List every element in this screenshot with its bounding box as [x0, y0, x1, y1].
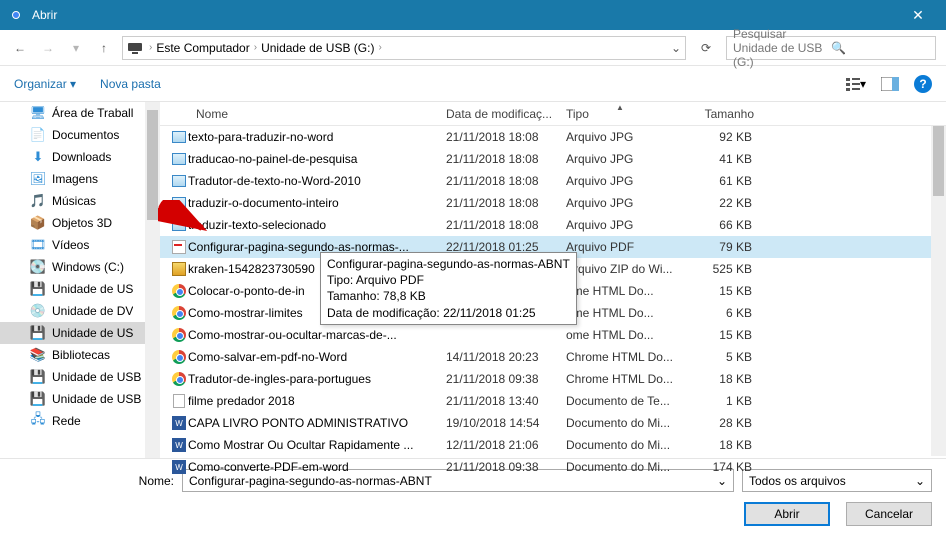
search-input[interactable]: Pesquisar Unidade de USB (G:) 🔍	[726, 36, 936, 60]
close-icon[interactable]: ✕	[898, 7, 938, 24]
sidebar-item-usb[interactable]: 💾Unidade de US	[0, 322, 160, 344]
img-icon	[170, 151, 188, 167]
file-row[interactable]: traducao-no-painel-de-pesquisa21/11/2018…	[160, 148, 946, 170]
chrome-icon	[8, 7, 24, 23]
file-row[interactable]: WComo Mostrar Ou Ocultar Rapidamente ...…	[160, 434, 946, 456]
sidebar-item-dvd[interactable]: 💿Unidade de DV	[0, 300, 160, 322]
zip-icon	[170, 261, 188, 277]
recent-dropdown[interactable]: ▾	[66, 38, 86, 58]
chrome-icon	[170, 371, 188, 387]
img-icon	[170, 173, 188, 189]
file-row[interactable]: traduzir-texto-selecionado21/11/2018 18:…	[160, 214, 946, 236]
file-tooltip: Configurar-pagina-segundo-as-normas-ABNT…	[320, 252, 577, 325]
refresh-button[interactable]: ⟳	[694, 41, 718, 55]
column-size[interactable]: Tamanho	[680, 107, 760, 121]
view-mode-button[interactable]: ▾	[846, 77, 866, 91]
column-name[interactable]: Nome	[190, 107, 440, 121]
search-placeholder: Pesquisar Unidade de USB (G:)	[733, 27, 831, 69]
file-scrollbar[interactable]	[931, 126, 946, 456]
word-icon: W	[170, 437, 188, 453]
usb-icon: 💾	[30, 369, 46, 385]
dvd-icon: 💿	[30, 303, 46, 319]
usb-icon: 💾	[30, 281, 46, 297]
sidebar-item-lib[interactable]: 📚Bibliotecas	[0, 344, 160, 366]
file-row[interactable]: filme predador 201821/11/2018 13:40Docum…	[160, 390, 946, 412]
disk-icon: 💽	[30, 259, 46, 275]
chevron-right-icon: ›	[378, 42, 381, 53]
back-button[interactable]: ←	[10, 38, 30, 58]
toolbar: Organizar ▾ Nova pasta ▾ ?	[0, 66, 946, 102]
3d-icon: 📦	[30, 215, 46, 231]
help-icon[interactable]: ?	[914, 75, 932, 93]
file-row[interactable]: texto-para-traduzir-no-word21/11/2018 18…	[160, 126, 946, 148]
search-icon: 🔍	[831, 41, 929, 55]
pdf-icon	[170, 239, 188, 255]
sidebar-item-usb[interactable]: 💾Unidade de USB	[0, 388, 160, 410]
chrome-icon	[170, 349, 188, 365]
sidebar-scrollbar[interactable]	[145, 102, 160, 458]
sidebar-item-doc[interactable]: 📄Documentos	[0, 124, 160, 146]
file-row[interactable]: Como-mostrar-ou-ocultar-marcas-de-...ome…	[160, 324, 946, 346]
column-headers: Nome Data de modificaç... ▲Tipo Tamanho	[160, 102, 946, 126]
net-icon: 🖧	[30, 413, 46, 429]
breadcrumb-leaf[interactable]: Unidade de USB (G:)	[261, 41, 374, 55]
chrome-icon	[170, 305, 188, 321]
sidebar-item-desktop[interactable]: 🖥Área de Traball	[0, 102, 160, 124]
annotation-arrow	[158, 200, 210, 236]
sidebar: 🖥Área de Traball📄Documentos⬇Downloads🖼Im…	[0, 102, 160, 458]
video-icon: 🎞	[30, 237, 46, 253]
sidebar-item-usb[interactable]: 💾Unidade de US	[0, 278, 160, 300]
sidebar-item-usb[interactable]: 💾Unidade de USB	[0, 366, 160, 388]
navbar: ← → ▾ ↑ › Este Computador › Unidade de U…	[0, 30, 946, 66]
chevron-right-icon: ›	[149, 42, 152, 53]
filename-label: Nome:	[14, 474, 174, 488]
sort-asc-icon: ▲	[616, 103, 624, 112]
file-row[interactable]: Como-salvar-em-pdf-no-Word14/11/2018 20:…	[160, 346, 946, 368]
pc-icon	[127, 40, 143, 56]
titlebar: Abrir ✕	[0, 0, 946, 30]
desktop-icon: 🖥	[30, 105, 46, 121]
sidebar-item-images[interactable]: 🖼Imagens	[0, 168, 160, 190]
music-icon: 🎵	[30, 193, 46, 209]
word-icon: W	[170, 415, 188, 431]
sidebar-item-video[interactable]: 🎞Vídeos	[0, 234, 160, 256]
breadcrumb-dropdown[interactable]: ⌄	[671, 41, 681, 55]
preview-pane-button[interactable]	[880, 77, 900, 91]
window-title: Abrir	[32, 8, 898, 22]
file-row[interactable]: Tradutor-de-ingles-para-portugues21/11/2…	[160, 368, 946, 390]
breadcrumb-root[interactable]: Este Computador	[156, 41, 249, 55]
word-icon: W	[170, 459, 188, 475]
txt-icon	[170, 393, 188, 409]
img-icon	[170, 129, 188, 145]
organize-button[interactable]: Organizar ▾	[14, 77, 76, 91]
column-date[interactable]: Data de modificaç...	[440, 107, 560, 121]
sidebar-item-net[interactable]: 🖧Rede	[0, 410, 160, 432]
doc-icon: 📄	[30, 127, 46, 143]
column-type[interactable]: ▲Tipo	[560, 107, 680, 121]
images-icon: 🖼	[30, 171, 46, 187]
breadcrumb[interactable]: › Este Computador › Unidade de USB (G:) …	[122, 36, 686, 60]
download-icon: ⬇	[30, 149, 46, 165]
chrome-icon	[170, 327, 188, 343]
file-row[interactable]: traduzir-o-documento-inteiro21/11/2018 1…	[160, 192, 946, 214]
file-row[interactable]: WCAPA LIVRO PONTO ADMINISTRATIVO19/10/20…	[160, 412, 946, 434]
file-row[interactable]: Tradutor-de-texto-no-Word-201021/11/2018…	[160, 170, 946, 192]
sidebar-item-disk[interactable]: 💽Windows (C:)	[0, 256, 160, 278]
chrome-icon	[170, 283, 188, 299]
sidebar-item-download[interactable]: ⬇Downloads	[0, 146, 160, 168]
sidebar-item-music[interactable]: 🎵Músicas	[0, 190, 160, 212]
cancel-button[interactable]: Cancelar	[846, 502, 932, 526]
chevron-right-icon: ›	[254, 42, 257, 53]
file-row[interactable]: WComo-converte-PDF-em-word21/11/2018 09:…	[160, 456, 946, 478]
open-button[interactable]: Abrir	[744, 502, 830, 526]
lib-icon: 📚	[30, 347, 46, 363]
up-button[interactable]: ↑	[94, 38, 114, 58]
forward-button[interactable]: →	[38, 38, 58, 58]
usb-icon: 💾	[30, 325, 46, 341]
usb-icon: 💾	[30, 391, 46, 407]
new-folder-button[interactable]: Nova pasta	[100, 77, 161, 91]
sidebar-item-3d[interactable]: 📦Objetos 3D	[0, 212, 160, 234]
